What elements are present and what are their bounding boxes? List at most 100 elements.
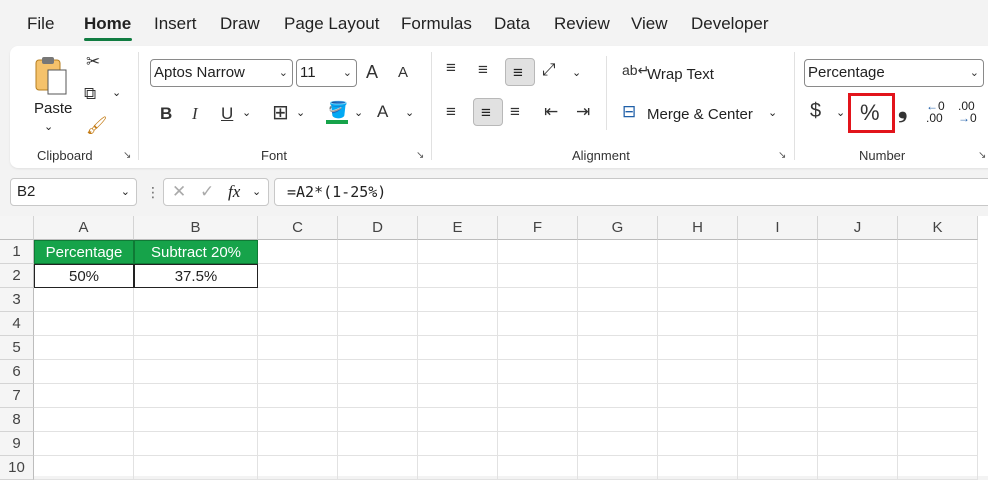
cell-c8[interactable] — [258, 408, 338, 432]
cell-g1[interactable] — [578, 240, 658, 264]
cell-b8[interactable] — [134, 408, 258, 432]
cell-a3[interactable] — [34, 288, 134, 312]
bold-icon[interactable]: B — [160, 104, 172, 124]
chevron-down-icon[interactable]: ⌄ — [252, 185, 261, 198]
row-header-1[interactable]: 1 — [0, 240, 34, 264]
cell-d7[interactable] — [338, 384, 418, 408]
cell-g4[interactable] — [578, 312, 658, 336]
dialog-launcher-icon[interactable]: ↘ — [416, 150, 424, 161]
number-format-dropdown[interactable]: Percentage ⌄ — [804, 59, 984, 87]
enter-icon[interactable]: ✓ — [200, 182, 214, 202]
cell-e5[interactable] — [418, 336, 498, 360]
dialog-launcher-icon[interactable]: ↘ — [123, 150, 131, 161]
cell-c1[interactable] — [258, 240, 338, 264]
column-header-i[interactable]: I — [738, 216, 818, 240]
tab-page-layout[interactable]: Page Layout — [284, 14, 379, 34]
more-options-icon[interactable]: ⋮ — [146, 184, 160, 201]
increase-decimal-button[interactable]: ←0 .00 — [926, 100, 952, 126]
row-header-7[interactable]: 7 — [0, 384, 34, 408]
grow-font-icon[interactable]: A — [366, 62, 378, 83]
cell-k5[interactable] — [898, 336, 978, 360]
cell-g10[interactable] — [578, 456, 658, 480]
cell-a5[interactable] — [34, 336, 134, 360]
formula-input[interactable]: =A2*(1-25%) — [274, 178, 988, 206]
cell-f1[interactable] — [498, 240, 578, 264]
decrease-indent-icon[interactable]: ⇤ — [544, 102, 558, 122]
tab-developer[interactable]: Developer — [691, 14, 769, 34]
cell-b3[interactable] — [134, 288, 258, 312]
cell-e7[interactable] — [418, 384, 498, 408]
column-header-j[interactable]: J — [818, 216, 898, 240]
align-bottom-button[interactable]: ≡ — [505, 58, 535, 86]
align-middle-icon[interactable]: ≡ — [478, 60, 488, 80]
tab-review[interactable]: Review — [554, 14, 610, 34]
cell-c5[interactable] — [258, 336, 338, 360]
borders-icon[interactable]: ⊞ — [272, 100, 289, 125]
underline-icon[interactable]: U — [221, 104, 233, 124]
column-header-b[interactable]: B — [134, 216, 258, 240]
cell-h5[interactable] — [658, 336, 738, 360]
wrap-text-button[interactable]: Wrap Text — [647, 66, 714, 83]
cell-i10[interactable] — [738, 456, 818, 480]
cancel-icon[interactable]: ✕ — [172, 182, 186, 202]
cell-b4[interactable] — [134, 312, 258, 336]
percent-style-button[interactable]: % — [860, 100, 880, 126]
cell-e4[interactable] — [418, 312, 498, 336]
cell-f4[interactable] — [498, 312, 578, 336]
row-header-10[interactable]: 10 — [0, 456, 34, 480]
row-header-4[interactable]: 4 — [0, 312, 34, 336]
cell-d9[interactable] — [338, 432, 418, 456]
column-header-g[interactable]: G — [578, 216, 658, 240]
chevron-down-icon[interactable]: ⌄ — [405, 106, 414, 119]
cell-e9[interactable] — [418, 432, 498, 456]
column-header-c[interactable]: C — [258, 216, 338, 240]
cell-h4[interactable] — [658, 312, 738, 336]
cell-h10[interactable] — [658, 456, 738, 480]
row-header-5[interactable]: 5 — [0, 336, 34, 360]
cell-f6[interactable] — [498, 360, 578, 384]
cell-g3[interactable] — [578, 288, 658, 312]
column-header-k[interactable]: K — [898, 216, 978, 240]
cell-b5[interactable] — [134, 336, 258, 360]
cell-e8[interactable] — [418, 408, 498, 432]
cell-j4[interactable] — [818, 312, 898, 336]
cell-h2[interactable] — [658, 264, 738, 288]
cell-h7[interactable] — [658, 384, 738, 408]
cell-j9[interactable] — [818, 432, 898, 456]
cell-c2[interactable] — [258, 264, 338, 288]
tab-data[interactable]: Data — [494, 14, 530, 34]
cell-d6[interactable] — [338, 360, 418, 384]
cell-k6[interactable] — [898, 360, 978, 384]
cell-a1[interactable]: Percentage — [34, 240, 134, 264]
align-right-icon[interactable]: ≡ — [510, 102, 520, 122]
cell-c7[interactable] — [258, 384, 338, 408]
cell-g5[interactable] — [578, 336, 658, 360]
merge-center-icon[interactable]: ⊟ — [622, 102, 636, 122]
cell-d3[interactable] — [338, 288, 418, 312]
tab-draw[interactable]: Draw — [220, 14, 260, 34]
cell-i7[interactable] — [738, 384, 818, 408]
cell-a4[interactable] — [34, 312, 134, 336]
cell-j5[interactable] — [818, 336, 898, 360]
cell-e3[interactable] — [418, 288, 498, 312]
cell-g9[interactable] — [578, 432, 658, 456]
cell-k8[interactable] — [898, 408, 978, 432]
cell-b9[interactable] — [134, 432, 258, 456]
cell-k7[interactable] — [898, 384, 978, 408]
cell-i1[interactable] — [738, 240, 818, 264]
cell-k2[interactable] — [898, 264, 978, 288]
cell-d4[interactable] — [338, 312, 418, 336]
cell-j10[interactable] — [818, 456, 898, 480]
dialog-launcher-icon[interactable]: ↘ — [978, 150, 986, 161]
cell-h8[interactable] — [658, 408, 738, 432]
cell-a9[interactable] — [34, 432, 134, 456]
cell-d1[interactable] — [338, 240, 418, 264]
currency-icon[interactable]: $ — [810, 100, 821, 123]
wrap-text-icon[interactable]: ab↵ — [622, 62, 649, 79]
align-top-icon[interactable]: ≡ — [446, 58, 456, 78]
cell-b6[interactable] — [134, 360, 258, 384]
row-header-8[interactable]: 8 — [0, 408, 34, 432]
font-color-icon[interactable]: A — [377, 102, 388, 122]
cell-d10[interactable] — [338, 456, 418, 480]
cell-b2[interactable]: 37.5% — [134, 264, 258, 288]
